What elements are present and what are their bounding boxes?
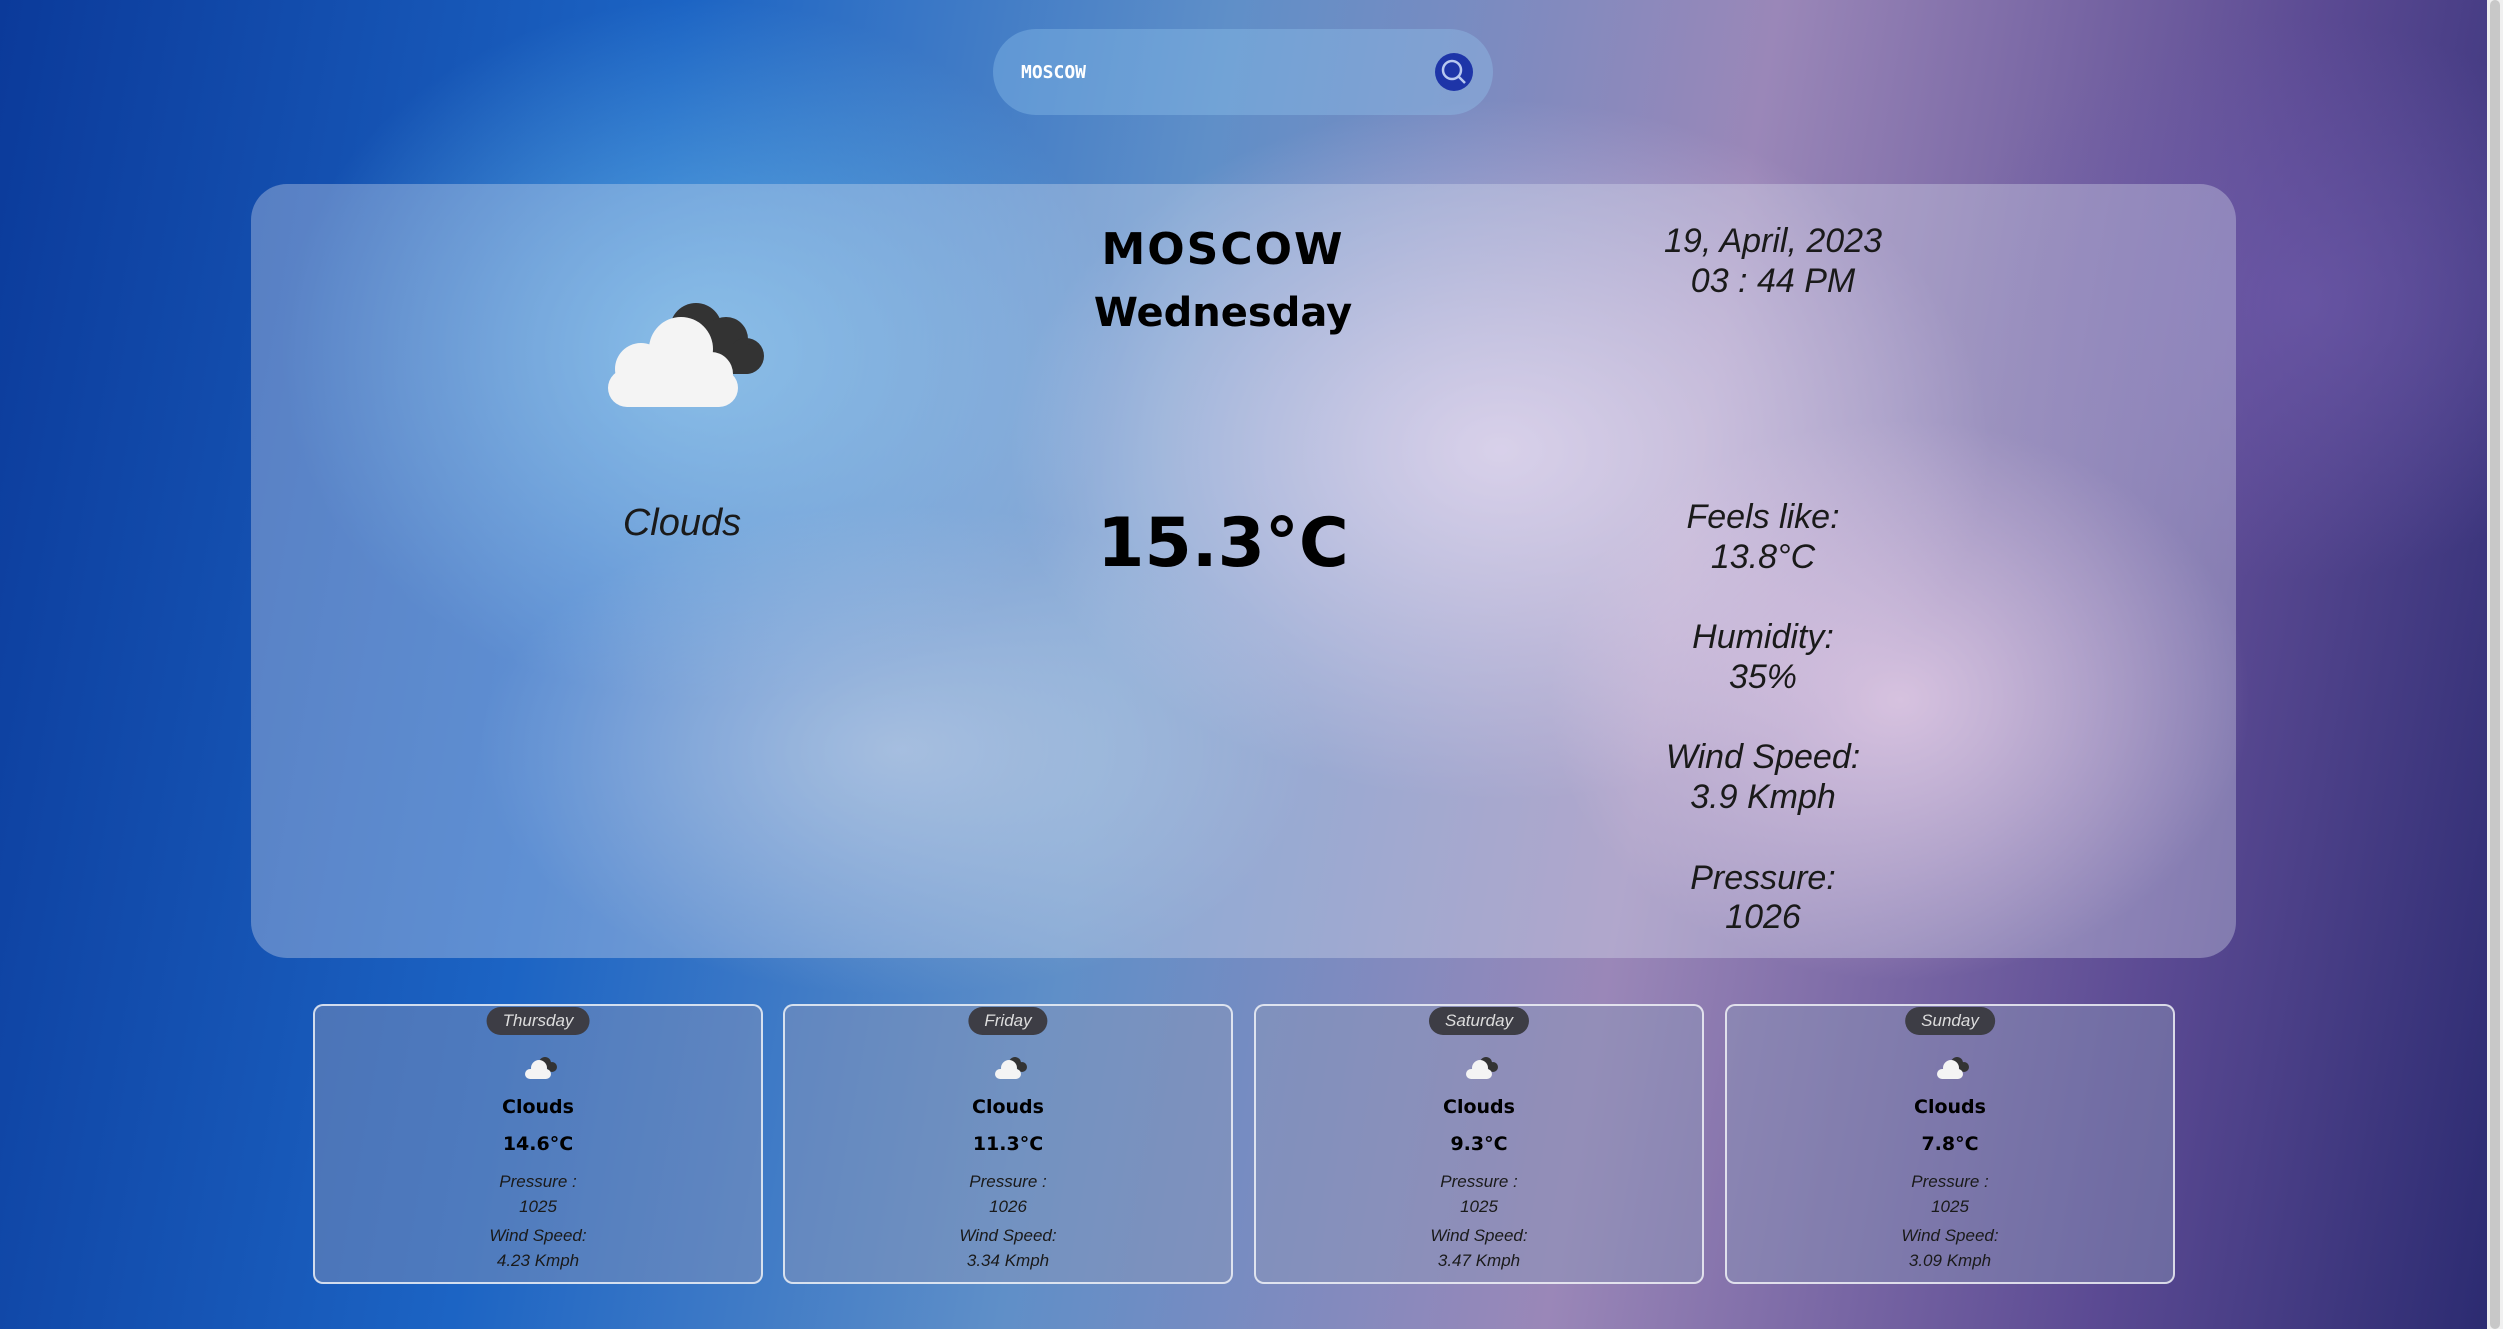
forecast-pressure: 1026 (989, 1197, 1027, 1216)
forecast-pressure-label: Pressure : (499, 1172, 577, 1191)
temperature: 15.3°C (1097, 504, 1349, 583)
search-bar (993, 29, 1493, 115)
forecast-temp: 9.3°C (1450, 1133, 1508, 1155)
search-icon (1441, 59, 1466, 84)
forecast-pressure: 1025 (1931, 1197, 1969, 1216)
scrollbar[interactable] (2487, 0, 2503, 1329)
humidity-label: Humidity: (1692, 618, 1834, 656)
forecast-wind: 4.23 Kmph (496, 1251, 580, 1270)
forecast-card: Friday Clouds 11.3°C Pressure : 1026 Win… (783, 1004, 1233, 1284)
date: 19, April, 2023 (1664, 222, 1882, 260)
forecast-day: Friday (968, 1007, 1048, 1035)
forecast-pressure-label: Pressure : (969, 1172, 1047, 1191)
humidity-value: 35% (1728, 658, 1798, 696)
cloud-icon (1466, 1057, 1498, 1079)
cloud-icon (995, 1057, 1027, 1079)
cloud-icon (1937, 1057, 1969, 1079)
feels-like-label: Feels like: (1686, 498, 1840, 536)
forecast-wind: 3.09 Kmph (1908, 1251, 1992, 1270)
forecast-temp: 14.6°C (502, 1133, 574, 1155)
city-name: MOSCOW (1101, 224, 1345, 275)
forecast-condition: Clouds (1914, 1096, 1986, 1118)
forecast-card: Sunday Clouds 7.8°C Pressure : 1025 Wind… (1725, 1004, 2175, 1284)
forecast-day: Saturday (1428, 1007, 1530, 1035)
current-weather-card: Clouds MOSCOW Wednesday 15.3°C 19, April… (251, 184, 2236, 958)
forecast-wind-label: Wind Speed: (1901, 1226, 1999, 1245)
cloud-icon (608, 303, 764, 407)
wind-label: Wind Speed: (1665, 738, 1861, 776)
forecast-pressure: 1025 (519, 1197, 557, 1216)
forecast-day: Sunday (1905, 1007, 1995, 1035)
forecast-wind-label: Wind Speed: (959, 1226, 1057, 1245)
forecast-temp: 7.8°C (1921, 1133, 1979, 1155)
forecast-pressure-label: Pressure : (1440, 1172, 1518, 1191)
day-name: Wednesday (1093, 290, 1353, 336)
pressure-label: Pressure: (1690, 859, 1836, 897)
forecast-wind-label: Wind Speed: (489, 1226, 587, 1245)
forecast-pressure-label: Pressure : (1911, 1172, 1989, 1191)
forecast-pressure: 1025 (1460, 1197, 1498, 1216)
cloud-icon (525, 1057, 557, 1079)
condition-label: Clouds (622, 502, 742, 544)
forecast-wind-label: Wind Speed: (1430, 1226, 1528, 1245)
scrollbar-thumb[interactable] (2490, 0, 2500, 1329)
city-search-input[interactable] (1021, 51, 1401, 93)
forecast-card: Thursday Clouds 14.6°C Pressure : 1025 W… (313, 1004, 763, 1284)
feels-like-value: 13.8°C (1710, 538, 1816, 576)
forecast-card: Saturday Clouds 9.3°C Pressure : 1025 Wi… (1254, 1004, 1704, 1284)
forecast-day: Thursday (486, 1007, 590, 1035)
forecast-wind: 3.34 Kmph (966, 1251, 1050, 1270)
forecast-condition: Clouds (502, 1096, 574, 1118)
forecast-temp: 11.3°C (972, 1133, 1044, 1155)
forecast-condition: Clouds (972, 1096, 1044, 1118)
time: 03 : 44 PM (1690, 262, 1856, 300)
forecast-condition: Clouds (1443, 1096, 1515, 1118)
wind-value: 3.9 Kmph (1690, 778, 1836, 816)
forecast-wind: 3.47 Kmph (1437, 1251, 1521, 1270)
pressure-value: 1026 (1725, 898, 1801, 936)
search-button[interactable] (1435, 53, 1473, 91)
